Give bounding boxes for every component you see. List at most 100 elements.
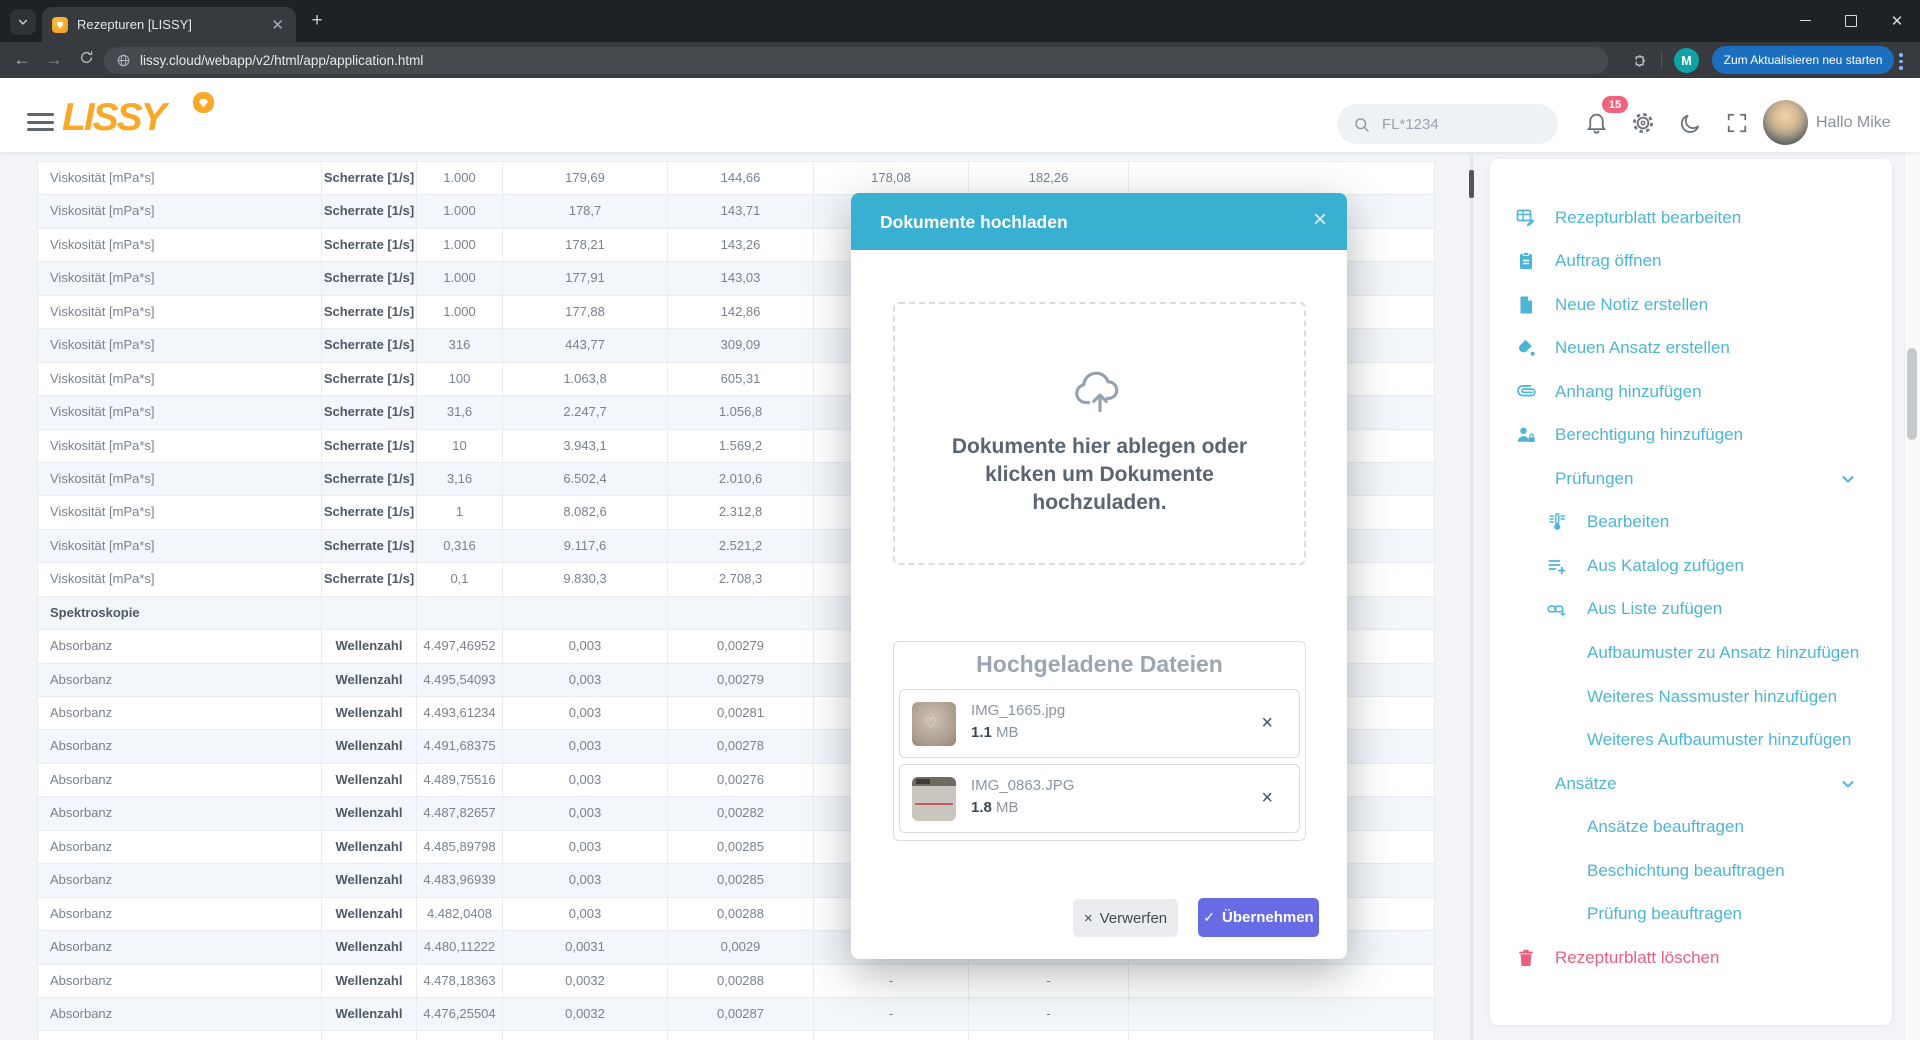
table-cell: 100 [417,362,503,396]
globe-icon [117,54,130,67]
chevron-down-icon[interactable] [1840,776,1856,792]
app-logo[interactable]: LISSY [62,96,167,140]
sidebar-item-neuen-ansatz-erstellen[interactable]: Neuen Ansatz erstellen [1490,327,1892,370]
sidebar-item-ansaetze-beauftragen[interactable]: Ansätze beauftragen [1490,806,1892,849]
file-size: 1.1 MB [971,724,1019,741]
tab-close-icon[interactable]: ✕ [269,16,286,34]
remove-file-button[interactable]: × [1261,787,1273,810]
table-cell: Scherrate [1/s] [322,362,417,396]
table-cell [668,596,814,630]
table-cell: 0,00288 [668,897,814,931]
reload-button[interactable] [70,50,102,70]
modal-close-icon[interactable]: × [1313,207,1327,233]
file-thumbnail [912,777,956,821]
table-cell: 1.000 [417,195,503,228]
sidebar-item-anhang-hinzufuegen[interactable]: Anhang hinzufügen [1490,370,1892,413]
sidebar-item-beschichtung-beauftragen[interactable]: Beschichtung beauftragen [1490,849,1892,892]
sidebar-item-neue-notiz-erstellen[interactable]: Neue Notiz erstellen [1490,283,1892,326]
window-maximize-button[interactable] [1828,0,1874,41]
x-icon: × [1083,909,1093,927]
table-cell: Scherrate [1/s] [322,529,417,563]
sidebar-item-pruefungen[interactable]: Prüfungen [1490,457,1892,500]
sidebar-item-weiteres-nassmuster-hinzufuegen[interactable]: Weiteres Nassmuster hinzufügen [1490,675,1892,718]
sidebar-item-label: Rezepturblatt löschen [1555,947,1720,967]
discard-label: Verwerfen [1099,909,1168,927]
table-cell: 1.063,8 [503,362,668,396]
table-cell: - [969,964,1129,997]
table-cell: 0,1 [417,563,503,596]
dark-mode-moon-icon[interactable] [1679,112,1702,135]
ink-drop-icon [1516,338,1536,358]
new-tab-button[interactable]: + [306,10,328,32]
browser-update-button[interactable]: Zum Aktualisieren neu starten [1712,46,1894,74]
fullscreen-icon[interactable] [1726,112,1748,134]
table-cell: 0,00285 [668,830,814,864]
browser-scrollbar-track[interactable] [1904,78,1920,1040]
sidebar-item-label: Anhang hinzufügen [1555,381,1702,401]
forward-button[interactable]: → [38,50,70,70]
browser-menu-icon[interactable] [1899,50,1903,73]
panel-scrollbar-thumb[interactable] [1469,170,1474,198]
discard-button[interactable]: × Verwerfen [1073,899,1178,937]
sidebar-item-label: Rezepturblatt bearbeiten [1555,207,1742,227]
extensions-puzzle-icon[interactable] [1632,52,1649,69]
browser-scrollbar-thumb[interactable] [1907,348,1917,440]
remove-file-button[interactable]: × [1261,712,1273,735]
user-avatar[interactable] [1763,100,1808,145]
tab-search-button[interactable] [10,9,36,35]
file-name: IMG_0863.JPG [971,777,1075,794]
sidebar-item-rezepturblatt-loeschen[interactable]: Rezepturblatt löschen [1490,936,1892,979]
sidebar-item-aus-katalog-zufuegen[interactable]: Aus Katalog zufügen [1490,544,1892,587]
table-cell: Wellenzahl [322,1031,417,1040]
panel-scrollbar-track[interactable] [1470,155,1473,1040]
table-cell: 0,0031 [503,931,668,964]
table-cell: 1.000 [417,262,503,295]
table-cell: Absorbanz [38,897,322,931]
sidebar-item-aufbaumuster-zu-ansatz-hinzufuegen[interactable]: Aufbaumuster zu Ansatz hinzufügen [1490,632,1892,675]
sidebar-item-bearbeiten[interactable]: Bearbeiten [1490,501,1892,544]
tab-title: Rezepturen [LISSY] [77,17,192,32]
table-cell: 178,21 [503,228,668,262]
chevron-down-icon[interactable] [1840,471,1856,487]
url-bar[interactable]: lissy.cloud/webapp/v2/html/app/applicati… [104,47,1608,74]
sidebar-item-auftrag-oeffnen[interactable]: Auftrag öffnen [1490,240,1892,283]
sidebar-item-pruefung-beauftragen[interactable]: Prüfung beauftragen [1490,893,1892,936]
sidebar-item-label: Aus Liste zufügen [1587,599,1723,619]
upload-dropzone[interactable]: Dokumente hier ablegen oder klicken um D… [893,302,1306,565]
window-minimize-button[interactable] [1782,0,1828,41]
sidebar-item-weiteres-aufbaumuster-hinzufuegen[interactable]: Weiteres Aufbaumuster hinzufügen [1490,719,1892,762]
table-cell: Scherrate [1/s] [322,496,417,529]
file-thumbnail [912,702,956,746]
table-cell: 2.521,2 [668,529,814,563]
actions-sidebar: Rezepturblatt bearbeiten Auftrag öffnen Ne… [1490,159,1892,1025]
table-cell: 2.010,6 [668,462,814,496]
search-input[interactable] [1380,114,1524,134]
sidebar-item-rezepturblatt-bearbeiten[interactable]: Rezepturblatt bearbeiten [1490,196,1892,239]
table-cell: 0,003 [503,730,668,763]
notifications-bell-icon[interactable] [1584,110,1609,135]
sidebar-item-aus-liste-zufuegen[interactable]: Aus Liste zufügen [1490,588,1892,631]
sidebar-item-berechtigung-hinzufuegen[interactable]: Berechtigung hinzufügen [1490,414,1892,457]
table-cell: 142,86 [668,295,814,329]
table-cell: Spektroskopie [38,596,322,630]
back-button[interactable]: ← [6,50,38,70]
table-cell: 0,00281 [668,697,814,730]
apply-button[interactable]: ✓ Übernehmen [1198,898,1319,937]
table-cell: Absorbanz [38,864,322,897]
table-cell: - [969,997,1129,1031]
table-cell: 3,16 [417,462,503,496]
table-cell: 1.569,2 [668,429,814,462]
global-search[interactable] [1337,104,1558,144]
window-close-button[interactable]: ✕ [1874,0,1920,41]
settings-gear-icon[interactable] [1631,111,1655,135]
browser-profile-avatar[interactable]: M [1674,48,1699,73]
table-cell: Wellenzahl [322,697,417,730]
sidebar-item-ansaetze[interactable]: Ansätze [1490,762,1892,805]
table-cell: 443,77 [503,329,668,362]
table-cell: 4.480,11222 [417,931,503,964]
table-cell: Wellenzahl [322,897,417,931]
hamburger-menu-icon[interactable] [27,113,54,136]
modal-header: Dokumente hochladen × [851,193,1347,250]
browser-tab[interactable]: Rezepturen [LISSY] ✕ [42,7,296,42]
sidebar-item-label: Aufbaumuster zu Ansatz hinzufügen [1587,643,1860,662]
